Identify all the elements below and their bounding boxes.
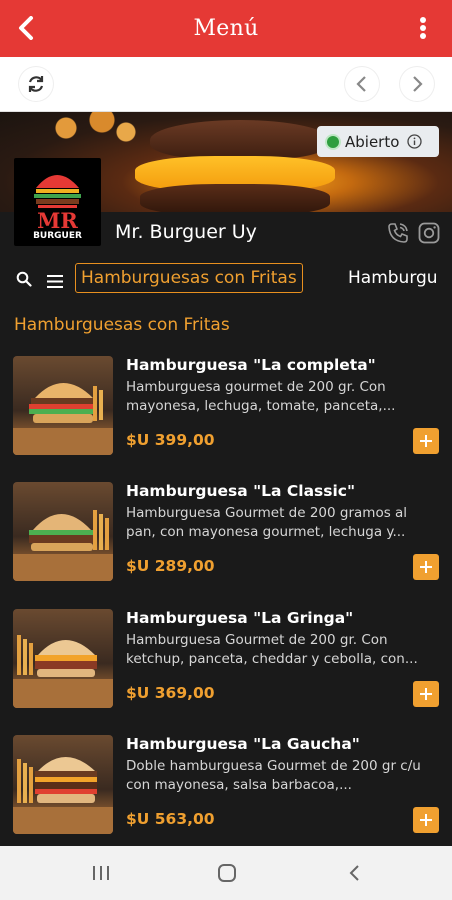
add-to-cart-button[interactable] <box>413 554 439 580</box>
product-price: $U 399,00 <box>126 431 215 449</box>
search-button[interactable] <box>16 271 32 291</box>
product-image <box>13 735 113 834</box>
phone-button[interactable] <box>386 221 410 249</box>
chevron-left-icon <box>19 16 33 40</box>
app-root: Menú Abierto MR BURGUER Mr. Burguer Uy H… <box>0 0 452 900</box>
back-button[interactable] <box>8 10 44 46</box>
plus-icon <box>420 435 432 447</box>
restaurant-logo: MR BURGUER <box>14 158 101 246</box>
more-vertical-icon <box>420 17 426 39</box>
logo-text-top: MR <box>37 208 78 233</box>
category-list-button[interactable] <box>47 273 63 292</box>
menu-list-icon <box>47 275 63 288</box>
product-price: $U 289,00 <box>126 557 215 575</box>
product-card[interactable]: Hamburguesa "La Classic" Hamburguesa Gou… <box>0 482 452 602</box>
overflow-menu-button[interactable] <box>408 10 438 46</box>
chevron-left-icon <box>356 76 366 92</box>
product-card[interactable]: Hamburguesa "La Gringa" Hamburguesa Gour… <box>0 609 452 729</box>
reload-button[interactable] <box>19 67 53 101</box>
hero-burger-graphic <box>150 120 330 160</box>
refresh-icon <box>28 76 44 92</box>
category-bar: Hamburguesas con Fritas Hamburgu <box>0 258 452 298</box>
system-nav-bar <box>0 846 452 900</box>
status-label: Abierto <box>345 132 400 151</box>
product-name: Hamburguesa "La completa" <box>126 356 376 374</box>
add-to-cart-button[interactable] <box>413 428 439 454</box>
plus-icon <box>420 688 432 700</box>
chevron-right-icon <box>413 76 423 92</box>
category-tab-active[interactable]: Hamburguesas con Fritas <box>75 263 303 293</box>
hero-fries-graphic <box>30 112 150 152</box>
product-description: Hamburguesa Gourmet de 200 gr. Con ketch… <box>126 632 418 667</box>
hero-patty-graphic <box>140 184 330 212</box>
instagram-icon <box>418 222 440 244</box>
product-card[interactable]: Hamburguesa "La Gaucha" Doble hamburgues… <box>0 735 452 855</box>
browser-nav-bar <box>0 57 452 112</box>
plus-icon <box>420 561 432 573</box>
browser-forward-button[interactable] <box>400 67 434 101</box>
status-dot-icon <box>327 135 339 148</box>
app-bar: Menú <box>0 0 452 57</box>
product-price: $U 563,00 <box>126 810 215 828</box>
open-status-badge[interactable]: Abierto <box>317 126 439 157</box>
info-icon <box>407 134 423 149</box>
page-title: Menú <box>193 16 259 41</box>
recents-icon <box>93 866 109 880</box>
plus-icon <box>420 814 432 826</box>
product-description: Hamburguesa gourmet de 200 gr. Con mayon… <box>126 379 396 414</box>
product-description: Hamburguesa Gourmet de 200 gramos al pan… <box>126 505 408 540</box>
add-to-cart-button[interactable] <box>413 681 439 707</box>
instagram-button[interactable] <box>417 221 441 249</box>
product-description: Doble hamburguesa Gourmet de 200 gr c/u … <box>126 758 421 793</box>
product-image <box>13 356 113 455</box>
product-name: Hamburguesa "La Classic" <box>126 482 356 500</box>
logo-text-bottom: BURGUER <box>33 231 82 241</box>
add-to-cart-button[interactable] <box>413 807 439 833</box>
section-title: Hamburguesas con Fritas <box>14 315 230 335</box>
product-image <box>13 609 113 708</box>
category-tab[interactable]: Hamburgu <box>348 268 438 288</box>
home-button[interactable] <box>212 859 242 887</box>
home-icon <box>218 864 236 882</box>
recent-apps-button[interactable] <box>86 860 116 886</box>
phone-icon <box>388 223 408 243</box>
product-name: Hamburguesa "La Gringa" <box>126 609 354 627</box>
product-name: Hamburguesa "La Gaucha" <box>126 735 360 753</box>
back-icon <box>349 865 359 881</box>
system-back-button[interactable] <box>340 859 370 887</box>
product-card[interactable]: Hamburguesa "La completa" Hamburguesa go… <box>0 356 452 476</box>
product-price: $U 369,00 <box>126 684 215 702</box>
search-icon <box>16 271 32 287</box>
restaurant-name: Mr. Burguer Uy <box>115 221 257 243</box>
product-image <box>13 482 113 581</box>
browser-back-button[interactable] <box>345 67 379 101</box>
